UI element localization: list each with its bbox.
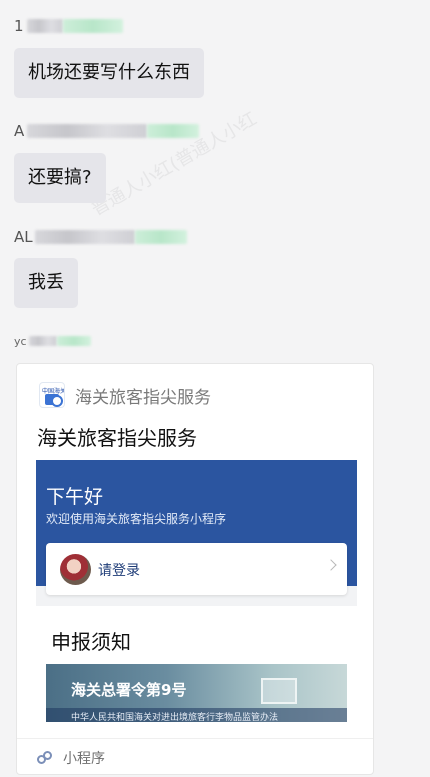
card-title: 海关旅客指尖服务 — [37, 426, 197, 450]
card-preview: 下午好 欢迎使用海关旅客指尖服务小程序 请登录 申报须知 海关总署令第9号 中华… — [36, 460, 357, 722]
sender-initial: A — [14, 122, 25, 140]
redacted-name — [34, 230, 135, 244]
card-footer: 小程序 — [17, 738, 373, 774]
redacted-name — [56, 336, 91, 346]
sender-initial: 1 — [14, 17, 24, 35]
notice-panel: 申报须知 海关总署令第9号 中华人民共和国海关对进出境旅客行李物品监管办法 — [36, 606, 357, 722]
login-card: 请登录 — [46, 543, 347, 595]
banner-subtitle: 中华人民共和国海关对进出境旅客行李物品监管办法 — [71, 713, 279, 722]
miniprogram-card[interactable]: 中国海关 海关旅客指尖服务 海关旅客指尖服务 下午好 欢迎使用海关旅客指尖服务小… — [16, 363, 374, 775]
redacted-name — [26, 19, 63, 33]
message-bubble[interactable]: 机场还要写什么东西 — [14, 48, 204, 98]
customs-logo-icon: 中国海关 — [39, 382, 65, 408]
sender-initial: AL — [14, 228, 33, 246]
sender-name: A — [14, 120, 200, 142]
message-bubble[interactable]: 我丢 — [14, 258, 78, 308]
notice-title: 申报须知 — [51, 630, 131, 654]
redacted-name — [27, 124, 148, 138]
notice-banner: 海关总署令第9号 中华人民共和国海关对进出境旅客行李物品监管办法 — [46, 664, 347, 722]
greeting: 下午好 — [46, 486, 104, 508]
miniprogram-icon — [37, 750, 53, 765]
redacted-name — [28, 336, 57, 346]
welcome-text: 欢迎使用海关旅客指尖服务小程序 — [46, 512, 227, 526]
message-bubble[interactable]: 还要搞? — [14, 153, 106, 203]
sender-name: AL — [14, 226, 187, 248]
chevron-right-icon — [325, 559, 337, 571]
redacted-name — [62, 19, 123, 33]
banner-title: 海关总署令第9号 — [71, 681, 187, 699]
avatar — [60, 554, 91, 585]
sender-prefix: yc — [14, 334, 27, 348]
card-header: 中国海关 海关旅客指尖服务 — [39, 382, 211, 408]
login-label: 请登录 — [98, 563, 140, 579]
sender-name: yc — [14, 330, 91, 352]
redacted-name — [147, 124, 200, 138]
miniprogram-label: 小程序 — [63, 750, 105, 767]
sender-name: 1 — [14, 15, 123, 37]
redacted-name — [134, 230, 187, 244]
card-app-name: 海关旅客指尖服务 — [75, 387, 211, 408]
